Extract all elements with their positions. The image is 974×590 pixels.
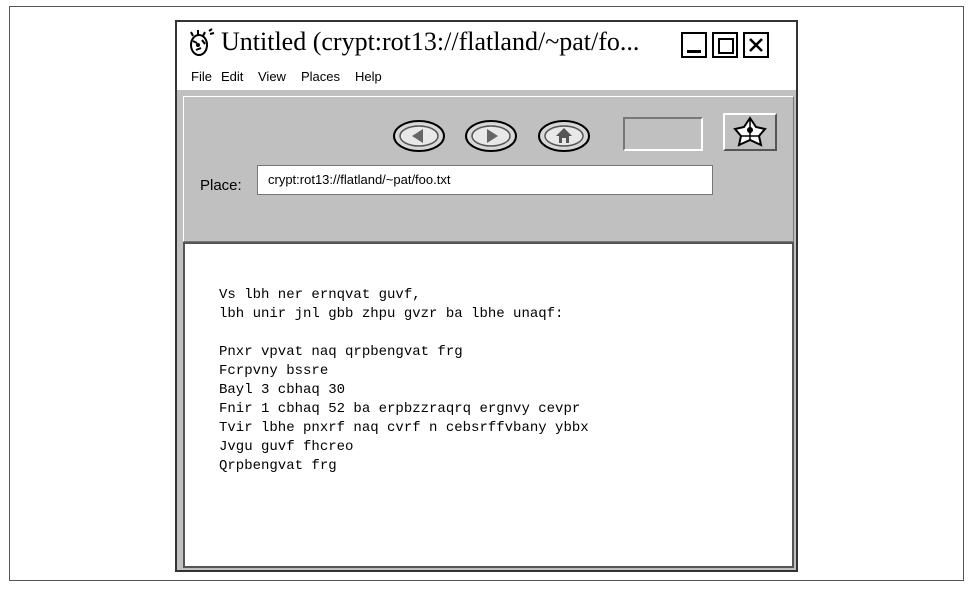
forward-button[interactable] xyxy=(464,118,518,154)
doc-line: Bayl 3 cbhaq 30 xyxy=(219,382,346,398)
menu-file[interactable]: File xyxy=(191,69,212,85)
menu-places[interactable]: Places xyxy=(301,69,340,85)
browser-window: Untitled (crypt:rot13://flatland/~pat/fo… xyxy=(175,20,798,572)
apple-logo-icon xyxy=(733,116,767,147)
doc-line: Tvir lbhe pnxrf naq cvrf n cebsrffvbany … xyxy=(219,420,589,436)
place-input[interactable]: crypt:rot13://flatland/~pat/foo.txt xyxy=(257,165,713,195)
home-button[interactable] xyxy=(537,118,591,154)
toolbar: Place: crypt:rot13://flatland/~pat/foo.t… xyxy=(183,96,794,242)
title-bar[interactable]: Untitled (crypt:rot13://flatland/~pat/fo… xyxy=(177,22,796,62)
doc-line: Jvgu guvf fhcreo xyxy=(219,439,354,455)
doc-line: lbh unir jnl gbb zhpu gvzr ba lbhe unaqf… xyxy=(219,306,564,322)
doc-line: Fnir 1 cbhaq 52 ba erpbzzraqrq ergnvy ce… xyxy=(219,401,581,417)
menu-edit[interactable]: Edit xyxy=(221,69,243,85)
back-button[interactable] xyxy=(392,118,446,154)
window-title: Untitled (crypt:rot13://flatland/~pat/fo… xyxy=(221,27,640,56)
doc-line: Vs lbh ner ernqvat guvf, xyxy=(219,287,421,303)
document-area[interactable]: Vs lbh ner ernqvat guvf, lbh unir jnl gb… xyxy=(183,242,794,568)
menu-help[interactable]: Help xyxy=(355,69,382,85)
throbber-field xyxy=(623,117,703,151)
doc-line: Qrpbengvat frg xyxy=(219,458,337,474)
close-icon xyxy=(749,38,763,52)
bug-icon[interactable] xyxy=(187,28,215,58)
logo-button[interactable] xyxy=(723,113,777,151)
doc-line: Fcrpvny bssre xyxy=(219,363,329,379)
maximize-button[interactable] xyxy=(712,32,738,58)
minimize-button[interactable] xyxy=(681,32,707,58)
menu-bar: File Edit View Places Help xyxy=(177,62,796,90)
doc-line: Pnxr vpvat naq qrpbengvat frg xyxy=(219,344,463,360)
place-label: Place: xyxy=(200,177,242,194)
document-text: Vs lbh ner ernqvat guvf, lbh unir jnl gb… xyxy=(219,286,589,476)
menu-view[interactable]: View xyxy=(258,69,286,85)
close-button[interactable] xyxy=(743,32,769,58)
